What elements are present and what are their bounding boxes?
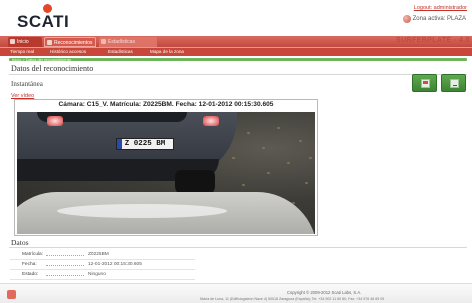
- field-label: Matrícula:: [22, 252, 44, 257]
- subnav-item-tiempo-real[interactable]: Tiempo real: [10, 49, 34, 54]
- logo-text: SCATI: [17, 12, 70, 31]
- taillight-left: [47, 116, 63, 126]
- hood-reflection: [57, 204, 227, 218]
- home-icon: [10, 39, 15, 44]
- subnav-item-estadisticas[interactable]: Estadísticas: [108, 49, 133, 54]
- print-button[interactable]: [412, 74, 437, 92]
- scati-logo[interactable]: SCATI: [17, 4, 77, 34]
- field-estado: Estado: Ninguno: [10, 270, 195, 280]
- field-value: Z0225BM: [88, 252, 109, 257]
- field-fecha: Fecha: 12-01-2012 00:15:30.605: [10, 260, 195, 270]
- scati-small-icon: [7, 290, 16, 299]
- tab-inicio[interactable]: Inicio: [8, 37, 42, 47]
- tab-estadisticas[interactable]: Estadísticas: [99, 37, 157, 47]
- field-value: Ninguno: [88, 272, 106, 277]
- page-footer: Copyright © 2009-2012 Scati Labs, S.A. M…: [0, 283, 472, 303]
- field-value: 12-01-2012 00:15:30.605: [88, 262, 142, 267]
- dot-leader: [46, 272, 84, 276]
- breadcrumb[interactable]: Inicio > Datos del reconocimiento: [12, 57, 71, 62]
- snapshot-panel: Cámara: C15_V. Matrícula: Z0225BM. Fecha…: [14, 99, 318, 236]
- export-button[interactable]: [441, 74, 466, 92]
- chart-icon: [101, 39, 106, 44]
- tab-label: Reconocimientos: [54, 40, 93, 46]
- logout-link[interactable]: Logout: administrador: [414, 5, 467, 11]
- print-icon: [421, 79, 430, 88]
- copyright-text: Copyright © 2009-2012 Scati Labs, S.A.: [287, 290, 362, 295]
- plate-snapshot-image: Z 0225 BM: [17, 112, 315, 234]
- dot-leader: [46, 252, 84, 256]
- data-section-title: Datos: [11, 238, 29, 247]
- tab-label: Inicio: [17, 39, 29, 45]
- dot-leader: [46, 262, 84, 266]
- product-brand: SURFERPLATE - 4.0: [396, 37, 470, 44]
- zone-icon: [402, 15, 411, 23]
- license-plate: Z 0225 BM: [116, 138, 174, 150]
- subnav-item-mapa[interactable]: Mapa de la zona: [150, 49, 184, 54]
- active-zone-label: Zona activa: PLAZA: [412, 16, 466, 22]
- field-label: Estado:: [22, 272, 39, 277]
- field-label: Fecha:: [22, 262, 37, 267]
- car-icon: [47, 40, 52, 45]
- address-text: María de Luna, 11 (Edificiogaleón Nave 4…: [200, 297, 385, 301]
- taillight-right: [203, 116, 219, 126]
- subnav-item-historico[interactable]: Histórico accesos: [50, 49, 86, 54]
- tab-label: Estadísticas: [108, 39, 135, 45]
- active-zone: Zona activa: PLAZA: [402, 15, 466, 23]
- field-matricula: Matrícula: Z0225BM: [10, 250, 195, 260]
- divider: [9, 247, 467, 248]
- tab-reconocimientos[interactable]: Reconocimientos: [44, 37, 96, 47]
- sub-nav: Tiempo real Histórico accesos Estadístic…: [0, 47, 472, 56]
- app-header: SCATI Logout: administrador Zona activa:…: [0, 0, 472, 36]
- divider: [9, 74, 467, 75]
- document-icon: [450, 79, 459, 88]
- breadcrumb-bar: [9, 58, 467, 61]
- page-title: Datos del reconocimiento: [11, 64, 94, 73]
- snapshot-heading: Instantánea: [11, 80, 43, 88]
- snapshot-caption: Cámara: C15_V. Matrícula: Z0225BM. Fecha…: [58, 101, 274, 108]
